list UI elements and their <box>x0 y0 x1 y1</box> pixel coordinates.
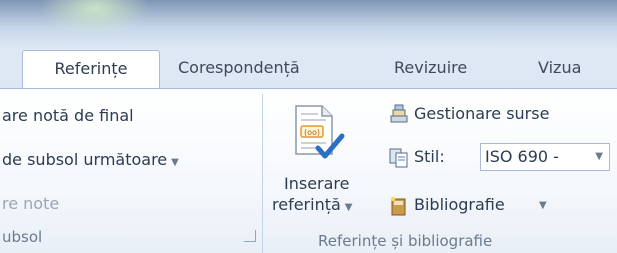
tab-referinte[interactable]: Referințe <box>22 50 160 88</box>
chevron-down-icon[interactable]: ▼ <box>171 157 179 168</box>
insert-endnote-button[interactable]: are notă de final <box>2 106 134 125</box>
style-select-value: ISO 690 - <box>485 147 559 166</box>
style-pages-icon <box>389 148 408 168</box>
tab-revizuire[interactable]: Revizuire <box>394 50 467 88</box>
insert-citation-label-2: referință <box>272 195 341 214</box>
citations-group-label: Referințe și bibliografie <box>318 232 493 250</box>
dialog-launcher-icon[interactable] <box>244 230 256 242</box>
chevron-down-icon[interactable]: ▼ <box>345 202 353 213</box>
insert-citation-label-2-wrap[interactable]: referință ▼ <box>272 195 353 214</box>
title-bar <box>0 0 617 50</box>
show-notes-button[interactable]: re note <box>2 194 59 213</box>
chevron-down-icon[interactable]: ▼ <box>539 200 547 211</box>
svg-text:(oo): (oo) <box>304 128 320 137</box>
chevron-down-icon[interactable]: ▼ <box>595 144 603 170</box>
manage-sources-label: Gestionare surse <box>414 104 550 123</box>
next-footnote-label: de subsol următoare <box>2 150 168 169</box>
next-footnote-button[interactable]: de subsol următoare ▼ <box>2 150 179 169</box>
style-select[interactable]: ISO 690 - ▼ <box>480 143 610 171</box>
bibliography-label: Bibliografie <box>414 195 505 214</box>
bibliography-book-icon <box>390 196 406 216</box>
window-glow <box>40 0 150 38</box>
insert-endnote-label: are notă de final <box>2 106 134 125</box>
footnotes-group-label: ubsol <box>2 228 43 246</box>
tab-vizualizare[interactable]: Vizua <box>538 50 581 88</box>
tab-corespondenta[interactable]: Corespondență <box>178 50 300 88</box>
show-notes-label: re note <box>2 194 60 213</box>
stacked-books-icon <box>390 104 408 123</box>
group-divider <box>262 94 263 253</box>
document-with-checkmark-icon: (oo) <box>295 105 345 159</box>
style-label: Stil: <box>414 147 445 166</box>
insert-citation-label-1: Inserare <box>284 174 350 193</box>
ribbon-tabs: Referințe Corespondență Revizuire Vizua <box>0 50 617 88</box>
